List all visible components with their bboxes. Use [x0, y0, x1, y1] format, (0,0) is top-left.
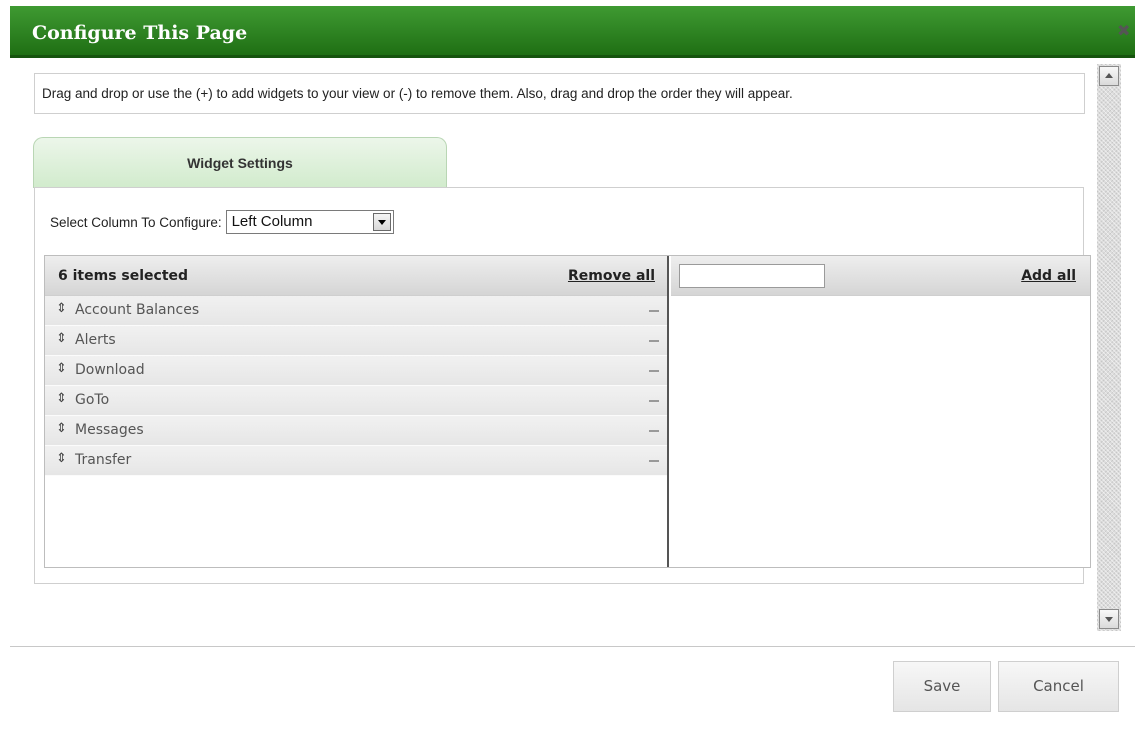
- list-item[interactable]: ⇕ Account Balances: [45, 296, 667, 326]
- column-select-row: Select Column To Configure: Left Column: [50, 210, 394, 234]
- widget-search-input[interactable]: [679, 264, 825, 288]
- scroll-down-icon[interactable]: [1099, 609, 1119, 629]
- available-widgets-header: Add all: [671, 256, 1090, 296]
- vertical-scrollbar[interactable]: [1097, 64, 1121, 631]
- list-item[interactable]: ⇕ GoTo: [45, 386, 667, 416]
- drag-handle-icon[interactable]: ⇕: [56, 301, 67, 316]
- tab-widget-settings[interactable]: Widget Settings: [33, 137, 447, 188]
- widget-name: Download: [75, 362, 145, 378]
- dialog-title: Configure This Page: [32, 22, 248, 44]
- drag-handle-icon[interactable]: ⇕: [56, 361, 67, 376]
- save-button[interactable]: Save: [893, 661, 991, 712]
- selected-widgets-list: ⇕ Account Balances ⇕ Alerts ⇕ Download ⇕…: [45, 296, 667, 476]
- remove-all-link[interactable]: Remove all: [568, 268, 655, 284]
- scroll-up-icon[interactable]: [1099, 66, 1119, 86]
- close-icon[interactable]: ✖: [1117, 21, 1131, 41]
- widget-name: Account Balances: [75, 302, 200, 318]
- chevron-down-icon[interactable]: [372, 213, 391, 231]
- instructions-text: Drag and drop or use the (+) to add widg…: [34, 73, 1085, 114]
- selected-count: 6 items selected: [58, 268, 189, 284]
- list-item[interactable]: ⇕ Transfer: [45, 446, 667, 476]
- widget-name: Messages: [75, 422, 144, 438]
- dialog-titlebar: Configure This Page ✖: [10, 6, 1135, 58]
- minus-icon[interactable]: [649, 310, 659, 312]
- selected-widgets-pane: 6 items selected Remove all ⇕ Account Ba…: [45, 256, 669, 567]
- list-item[interactable]: ⇕ Alerts: [45, 326, 667, 356]
- add-all-link[interactable]: Add all: [1021, 268, 1076, 284]
- widget-name: Alerts: [75, 332, 116, 348]
- drag-handle-icon[interactable]: ⇕: [56, 421, 67, 436]
- dialog-content: Drag and drop or use the (+) to add widg…: [10, 61, 1096, 631]
- footer-divider: [10, 646, 1135, 647]
- list-item[interactable]: ⇕ Download: [45, 356, 667, 386]
- drag-handle-icon[interactable]: ⇕: [56, 451, 67, 466]
- widget-name: GoTo: [75, 392, 110, 408]
- column-select[interactable]: Left Column: [225, 210, 394, 234]
- selected-widgets-header: 6 items selected Remove all: [45, 256, 667, 296]
- widget-name: Transfer: [75, 452, 132, 468]
- widget-multiselect: 6 items selected Remove all ⇕ Account Ba…: [44, 255, 1091, 568]
- minus-icon[interactable]: [649, 370, 659, 372]
- widget-settings-panel: Select Column To Configure: Left Column …: [34, 187, 1091, 584]
- minus-icon[interactable]: [649, 340, 659, 342]
- drag-handle-icon[interactable]: ⇕: [56, 391, 67, 406]
- minus-icon[interactable]: [649, 430, 659, 432]
- list-item[interactable]: ⇕ Messages: [45, 416, 667, 446]
- column-select-label: Select Column To Configure:: [50, 214, 222, 230]
- column-select-value: Left Column: [231, 213, 313, 230]
- drag-handle-icon[interactable]: ⇕: [56, 331, 67, 346]
- minus-icon[interactable]: [649, 400, 659, 402]
- available-widgets-pane: Add all: [671, 256, 1090, 567]
- cancel-button[interactable]: Cancel: [998, 661, 1119, 712]
- minus-icon[interactable]: [649, 460, 659, 462]
